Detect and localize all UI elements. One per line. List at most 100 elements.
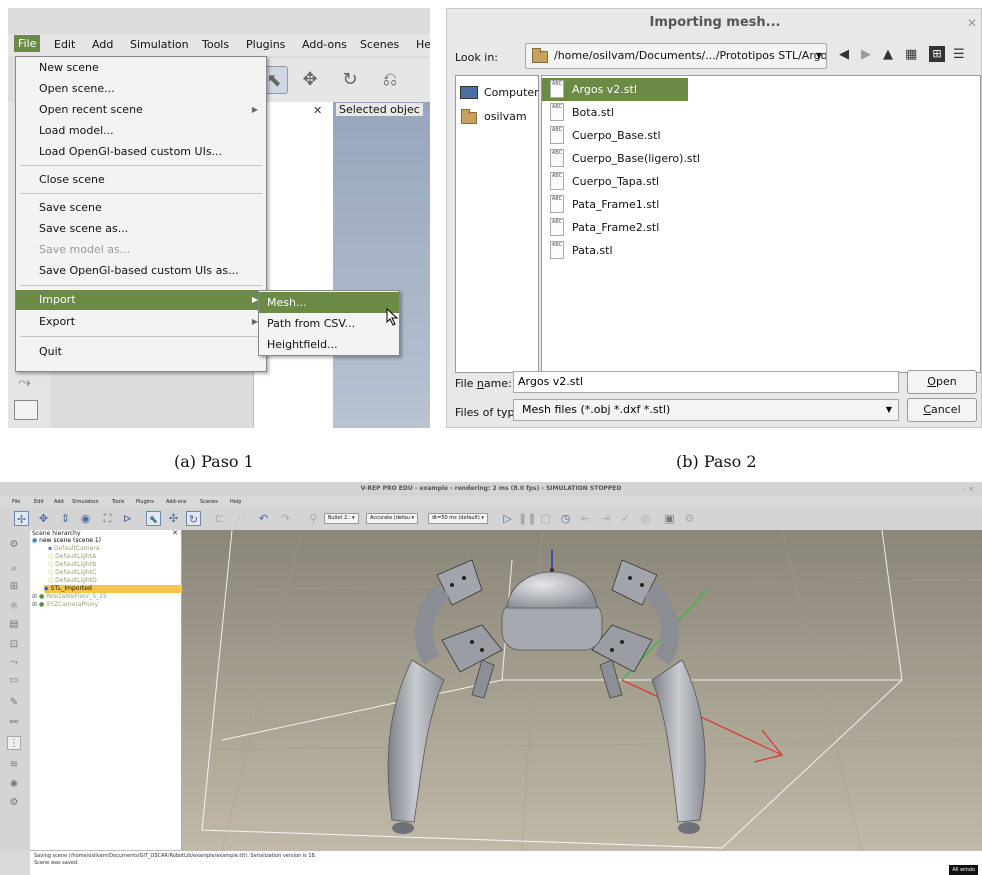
menu-edit[interactable]: Edit [34,499,44,505]
scene-viewport[interactable] [333,102,430,428]
sidebar-item-osilvam[interactable]: osilvam [460,106,527,128]
tree-node-camera[interactable]: ▪ DefaultCamera [48,545,99,553]
path-tool-icon[interactable]: ⤳ [18,372,31,392]
rotate-tool-icon[interactable]: ↻ [336,66,364,94]
joint-icon[interactable]: ⚯ [7,716,21,730]
menu-edit[interactable]: Edit [54,38,75,51]
file-item-pata-frame2[interactable]: ABC Pata_Frame2.stl [542,216,981,239]
menu-plugins[interactable]: Plugins [246,38,285,51]
menu-item-save-scene-as[interactable]: Save scene as... [16,219,266,239]
file-item-bota[interactable]: ABC Bota.stl [542,101,981,124]
real-time-icon[interactable]: ◷ [558,511,573,526]
cancel-button[interactable]: Cancel [907,398,977,422]
graph-icon[interactable]: ≋ [7,758,21,772]
pencil-icon[interactable]: ✎ [7,696,21,710]
calc-module-icon[interactable]: ▤ [7,618,21,632]
collections-icon[interactable]: ⊡ [7,638,21,652]
accuracy-select[interactable]: Accurate (defau ▾ [366,513,419,524]
back-icon[interactable]: ◀ [839,47,849,62]
menu-item-new-scene[interactable]: New scene [16,58,266,78]
new-folder-icon[interactable]: ▦ [905,47,917,62]
camera-shift-icon[interactable]: ⇕ [58,511,73,526]
menu-add[interactable]: Add [54,499,64,505]
visualization-icon[interactable]: ◎ [638,511,653,526]
up-folder-icon[interactable]: ▲ [883,47,893,62]
rotate-object-icon[interactable]: ↻ [186,511,201,526]
file-item-argos-v2[interactable]: ABC Argos v2.stl [542,78,688,101]
menu-scenes[interactable]: Scenes [200,499,218,505]
detail-view-icon[interactable]: ☰ [953,47,965,62]
menu-item-load-model[interactable]: Load model... [16,121,266,141]
submenu-item-heightfield[interactable]: Heightfield... [259,334,399,355]
file-name-input[interactable]: Argos v2.stl [513,371,899,393]
camera-icon[interactable]: ◉ [78,511,93,526]
3d-scene-viewport[interactable] [182,530,982,850]
transfer-dna-icon[interactable]: ⋰ [232,511,247,526]
scripts-icon[interactable]: ⚛ [7,600,21,614]
thread-rendering-icon[interactable]: ✓ [618,511,633,526]
path-icon[interactable]: ⤳ [7,656,21,670]
model-browser-icon[interactable]: ⚙ [7,538,21,552]
tree-node-scene[interactable]: ● new scene (scene 1) [32,537,101,545]
close-icon[interactable]: ✕ [967,9,977,37]
stop-icon[interactable]: □ [538,511,553,526]
assemble-icon[interactable]: ⊏ [212,511,227,526]
calculation-modules-icon[interactable]: ⚙ [682,511,697,526]
file-item-pata-frame1[interactable]: ABC Pata_Frame1.stl [542,193,981,216]
menu-help[interactable]: He [416,38,430,51]
tree-node-light-b[interactable]: ○ DefaultLightB [48,561,96,569]
move-tool-icon[interactable]: ✥ [296,66,324,94]
menu-tools[interactable]: Tools [112,499,124,505]
move-object-icon[interactable]: ✣ [166,511,181,526]
tree-node-stl-imported[interactable]: ◆ STL_Imported [44,585,182,593]
menu-item-load-custom-uis[interactable]: Load OpenGl-based custom UIs... [16,142,266,162]
all-windows-button[interactable]: All windo [949,865,978,875]
physics-engine-select[interactable]: Bullet 2.: ▾ [324,513,359,524]
menu-item-close-scene[interactable]: Close scene [16,170,266,190]
camera-pan-icon[interactable]: ✢ [14,511,29,526]
look-in-combobox[interactable]: /home/osilvam/Documents/.../Prototipos S… [525,43,827,69]
camera-rotate-icon[interactable]: ✥ [36,511,51,526]
open-button[interactable]: Open [907,370,977,394]
menu-item-export[interactable]: Export ▶ [16,312,266,332]
menu-scenes[interactable]: Scenes [360,38,399,51]
file-item-cuerpo-base[interactable]: ABC Cuerpo_Base.stl [542,124,981,147]
select-icon[interactable]: ⬉ [146,511,161,526]
undo-icon[interactable]: ⎌ [376,66,404,94]
menu-addons[interactable]: Add-ons [166,499,186,505]
file-item-pata[interactable]: ABC Pata.stl [542,239,981,262]
tree-node-light-c[interactable]: ○ DefaultLightC [48,569,96,577]
tree-node-camera-proxy[interactable]: ⊞ ● XYZCameraProxy [32,601,98,609]
menu-item-quit[interactable]: Quit [16,342,266,362]
menu-item-save-custom-uis-as[interactable]: Save OpenGl-based custom UIs as... [16,261,266,281]
close-icon[interactable]: ✕ [313,104,322,117]
file-item-cuerpo-base-ligero[interactable]: ABC Cuerpo_Base(ligero).stl [542,147,981,170]
tree-node-light-d[interactable]: ○ DefaultLightD [48,577,97,585]
submenu-item-path-from-csv[interactable]: Path from CSV... [259,313,399,334]
menu-help[interactable]: Help [230,499,241,505]
play-icon[interactable]: ▷ [500,511,515,526]
menu-file[interactable]: File [14,35,41,52]
menu-addons[interactable]: Add-ons [302,38,347,51]
slower-icon[interactable]: ⇤ [578,511,593,526]
menu-simulation[interactable]: Simulation [72,499,99,505]
undo-icon[interactable]: ↶ [256,511,271,526]
custom-ui-icon[interactable] [14,400,38,420]
faster-icon[interactable]: ⇥ [598,511,613,526]
pause-icon[interactable]: ❚❚ [518,511,536,526]
list-view-icon[interactable]: ⊞ [929,46,945,62]
layers-icon[interactable]: ⊞ [7,580,21,594]
menu-item-open-scene[interactable]: Open scene... [16,79,266,99]
search-icon[interactable]: ⌕ [7,562,21,576]
menu-file[interactable]: File [12,499,20,505]
menu-tools[interactable]: Tools [202,38,229,51]
file-item-cuerpo-tapa[interactable]: ABC Cuerpo_Tapa.stl [542,170,981,193]
sidebar-item-computer[interactable]: Computer [460,82,539,104]
fit-view-icon[interactable]: ⛶ [100,511,115,526]
custom-ui-icon[interactable]: ▭ [7,674,21,688]
redo-icon[interactable]: ↷ [278,511,293,526]
sensor-icon[interactable]: ✺ [7,778,21,792]
submenu-item-mesh[interactable]: Mesh... [259,292,399,313]
camera-angle-icon[interactable]: ⊳ [120,511,135,526]
scene-object-properties-icon[interactable]: ▣ [662,511,677,526]
